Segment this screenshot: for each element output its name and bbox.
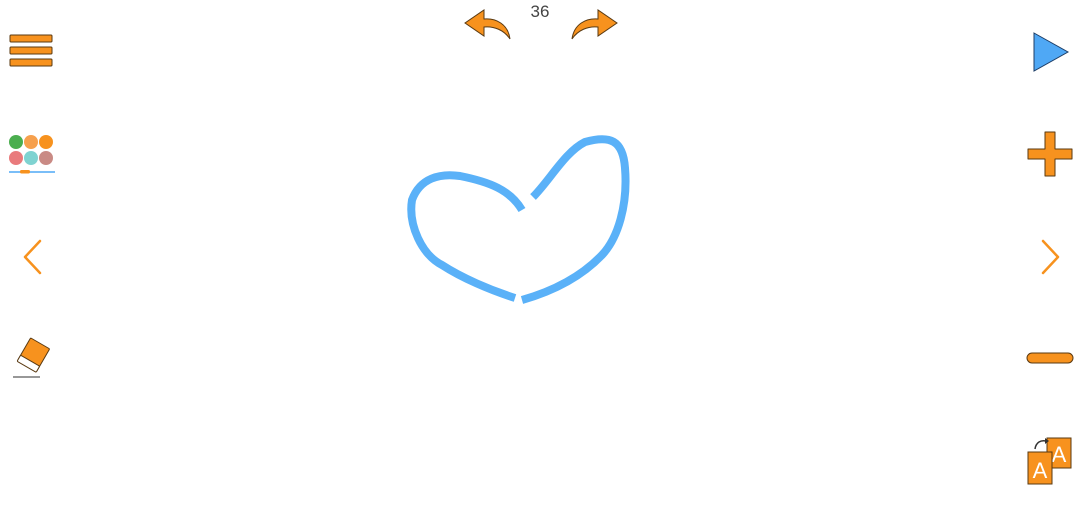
- zoom-out-button[interactable]: [1026, 350, 1074, 366]
- palette-swatch: [39, 151, 53, 165]
- heart-drawing: [407, 135, 630, 304]
- plus-icon: [1026, 130, 1074, 178]
- eraser-icon: [12, 336, 56, 380]
- palette-swatches: [9, 135, 53, 165]
- color-palette-button[interactable]: [8, 134, 58, 178]
- undo-button[interactable]: [462, 6, 516, 42]
- previous-page-button[interactable]: [20, 238, 46, 276]
- chevron-right-icon: [1038, 238, 1064, 276]
- drawing-app: 36 A A: [0, 0, 1080, 512]
- font-size-button[interactable]: A A: [1026, 436, 1074, 488]
- palette-swatch: [9, 135, 23, 149]
- undo-icon: [462, 6, 516, 42]
- menu-icon: [8, 33, 54, 69]
- palette-swatch: [24, 151, 38, 165]
- font-size-letter-small: A: [1033, 458, 1048, 483]
- palette-swatch: [9, 151, 23, 165]
- play-button[interactable]: [1030, 30, 1072, 74]
- heart-stroke-right: [520, 135, 630, 304]
- eraser-button[interactable]: [12, 336, 56, 380]
- page-number: 36: [530, 2, 550, 21]
- redo-icon: [566, 6, 620, 42]
- font-size-letter-large: A: [1052, 442, 1067, 467]
- heart-stroke-left: [407, 171, 526, 302]
- color-palette-icon: [8, 134, 58, 178]
- minus-icon: [1026, 350, 1074, 366]
- chevron-left-icon: [20, 238, 46, 276]
- drawing-canvas[interactable]: [70, 40, 1010, 500]
- font-size-icon: A A: [1026, 436, 1074, 488]
- zoom-in-button[interactable]: [1026, 130, 1074, 178]
- palette-swatch: [24, 135, 38, 149]
- palette-swatch: [39, 135, 53, 149]
- redo-button[interactable]: [566, 6, 620, 42]
- play-icon: [1030, 30, 1072, 74]
- menu-button[interactable]: [8, 33, 54, 69]
- next-page-button[interactable]: [1038, 238, 1064, 276]
